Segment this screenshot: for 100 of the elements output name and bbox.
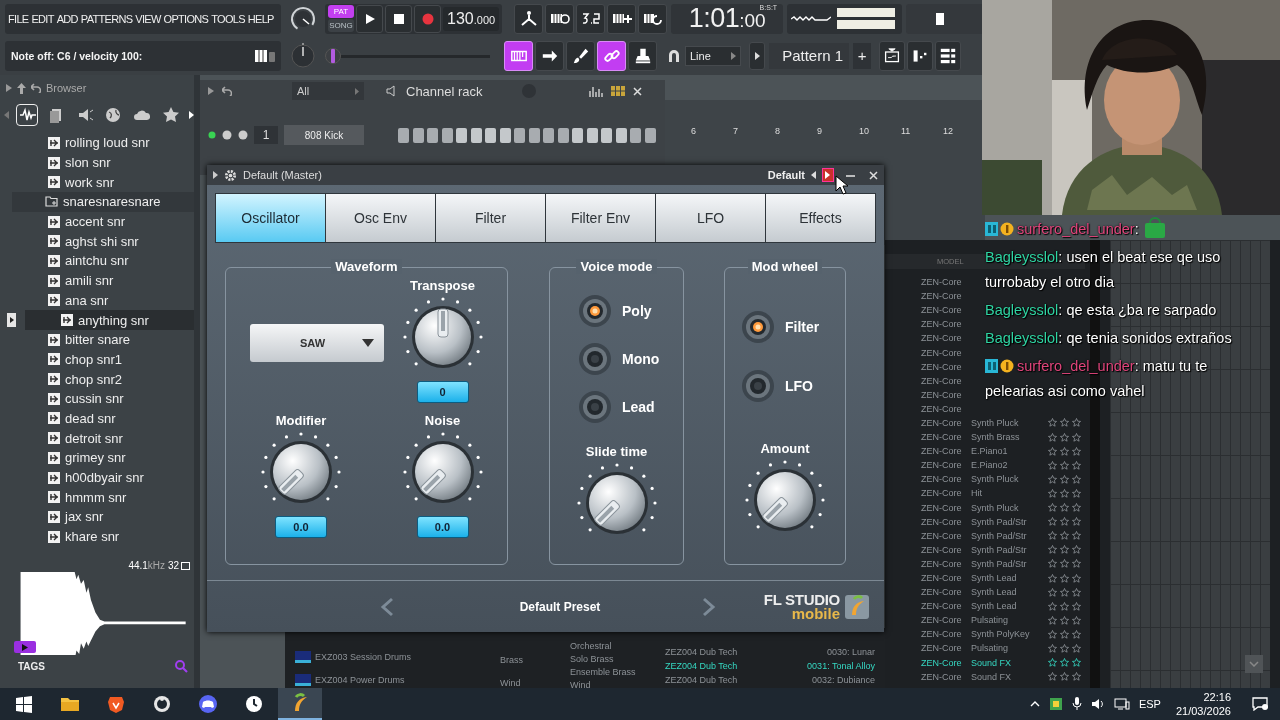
pattern-arrow-button[interactable]: [749, 41, 765, 70]
radio-button[interactable]: [578, 294, 612, 328]
folder-row[interactable]: snaresnaresnare: [12, 192, 194, 212]
step-pad[interactable]: [644, 127, 656, 143]
preset-row[interactable]: ZEN-Core: [885, 331, 973, 346]
play-button[interactable]: [356, 4, 383, 33]
preset-row[interactable]: ZEN-Core: [885, 387, 973, 402]
browser-tab[interactable]: [16, 104, 38, 126]
preset-row[interactable]: ZEN-Core: [885, 373, 973, 388]
file-row[interactable]: slon snr: [0, 152, 194, 173]
step-pad[interactable]: [485, 127, 496, 143]
tab[interactable]: Filter: [436, 194, 545, 242]
star-rating[interactable]: [1048, 573, 1081, 583]
menu-item[interactable]: PATTERNS: [80, 12, 133, 25]
step-pad[interactable]: [427, 127, 438, 143]
countdown-button[interactable]: [576, 3, 606, 34]
menu-item[interactable]: ADD: [56, 12, 78, 25]
stop-button[interactable]: [385, 4, 412, 33]
mode-toggle[interactable]: PAT: [328, 5, 354, 18]
preset-row[interactable]: ZEN-Core Synth Pad/Str: [885, 556, 1085, 571]
step-pad[interactable]: [557, 127, 569, 143]
preset-row[interactable]: ZEN-Core Synth Pluck: [885, 500, 1085, 515]
star-rating[interactable]: [1048, 658, 1081, 668]
tool-button[interactable]: [597, 40, 626, 71]
preset-row[interactable]: ZEN-Core: [885, 345, 973, 360]
tab[interactable]: Oscillator: [216, 194, 325, 242]
preset-row[interactable]: ZEN-Core Synth Lead: [885, 570, 1085, 586]
preset-row[interactable]: ZEN-Core Synth PolyKey: [885, 627, 1085, 642]
file-row[interactable]: chop snr2: [0, 369, 194, 389]
patch-row[interactable]: ZEZ004 Dub Tech 0032: Dubiance: [665, 673, 875, 686]
preset-row[interactable]: ZEN-Core: [885, 401, 973, 416]
volume-icon[interactable]: [1090, 698, 1105, 710]
preset-row[interactable]: ZEN-Core E.Piano1: [885, 444, 1085, 459]
keys-clock-button[interactable]: [545, 3, 575, 34]
menu-item[interactable]: HELP: [247, 12, 274, 25]
star-rating[interactable]: [1048, 545, 1081, 555]
tool-button[interactable]: [628, 40, 657, 71]
file-row[interactable]: accent snr: [0, 211, 194, 232]
menu-item[interactable]: EDIT: [31, 12, 54, 25]
file-row[interactable]: cussin snr: [0, 388, 194, 409]
star-rating[interactable]: [1048, 629, 1081, 639]
star-rating[interactable]: [1048, 432, 1081, 442]
radio-button[interactable]: [741, 310, 775, 344]
star-rating[interactable]: [1048, 615, 1081, 625]
star-rating[interactable]: [1048, 601, 1081, 611]
previous-preset-icon[interactable]: [811, 171, 816, 179]
tool-button[interactable]: [566, 40, 595, 71]
radio-button[interactable]: [578, 390, 612, 424]
step-pad[interactable]: [514, 127, 525, 143]
language-indicator[interactable]: ESP: [1138, 698, 1161, 710]
star-rating[interactable]: [1048, 587, 1081, 597]
star-rating[interactable]: [1048, 474, 1081, 484]
slider-handle[interactable]: [325, 46, 341, 65]
file-row[interactable]: ana snr: [0, 290, 194, 311]
star-rating[interactable]: [1048, 517, 1081, 527]
star-rating[interactable]: [1048, 488, 1081, 498]
filter-dropdown[interactable]: All: [292, 82, 364, 100]
preset-row[interactable]: ZEN-Core Pulsating: [885, 613, 1085, 628]
file-row[interactable]: work snr: [0, 172, 194, 193]
patch-row[interactable]: ZEZ004 Dub Tech 0031: Tonal Alloy: [665, 659, 875, 672]
step-pad[interactable]: [528, 127, 540, 143]
preset-row[interactable]: ZEN-Core: [885, 359, 973, 374]
keys-plus-button[interactable]: [607, 3, 637, 34]
file-row[interactable]: aintchu snr: [0, 251, 194, 271]
star-rating[interactable]: [1048, 559, 1081, 569]
snap-dropdown[interactable]: Line: [685, 45, 741, 66]
preset-row[interactable]: ZEN-Core Hit: [885, 486, 1085, 501]
file-row[interactable]: bitter snare: [0, 329, 194, 350]
mode-toggle[interactable]: SONG: [328, 19, 354, 32]
step-pad[interactable]: [499, 127, 511, 143]
step-pad[interactable]: [630, 127, 641, 143]
file-row[interactable]: rolling loud snr: [0, 133, 194, 153]
step-pad[interactable]: [543, 127, 554, 143]
menu-item[interactable]: VIEW: [135, 12, 161, 25]
step-pad[interactable]: [615, 127, 627, 143]
view-button[interactable]: [879, 40, 905, 71]
preset-row[interactable]: ZEN-Core: [885, 275, 973, 290]
file-row[interactable]: dead snr: [0, 408, 194, 429]
keys-loop-button[interactable]: [638, 3, 668, 34]
settings-icon[interactable]: [224, 168, 237, 182]
preset-row[interactable]: ZEN-Core Pulsating: [885, 641, 1085, 656]
view-button[interactable]: [935, 40, 961, 71]
menu-item[interactable]: FILE: [8, 12, 29, 25]
add-pattern-button[interactable]: +: [853, 42, 871, 69]
tab[interactable]: Filter Env: [546, 194, 655, 242]
tempo-display[interactable]: 130.000: [443, 6, 500, 31]
file-row[interactable]: jax snr: [0, 507, 194, 527]
file-row[interactable]: h00dbyair snr: [0, 467, 194, 488]
pattern-selector[interactable]: Pattern 1: [769, 42, 849, 69]
figure-button[interactable]: [514, 3, 544, 34]
tab[interactable]: Effects: [766, 194, 875, 242]
preset-row[interactable]: ZEN-Core E.Piano2: [885, 458, 1085, 473]
preset-row[interactable]: ZEN-Core Synth Lead: [885, 585, 1085, 600]
preset-row[interactable]: ZEN-Core Sound FX: [885, 655, 1085, 670]
network-icon[interactable]: [1113, 698, 1130, 710]
radio-button[interactable]: [741, 369, 775, 403]
taskbar-clock[interactable]: 22:16 21/03/2026: [1175, 691, 1231, 717]
preset-row[interactable]: ZEN-Core Synth Pad/Str: [885, 542, 1085, 557]
microphone-icon[interactable]: [1071, 697, 1082, 711]
view-button[interactable]: [907, 40, 933, 71]
